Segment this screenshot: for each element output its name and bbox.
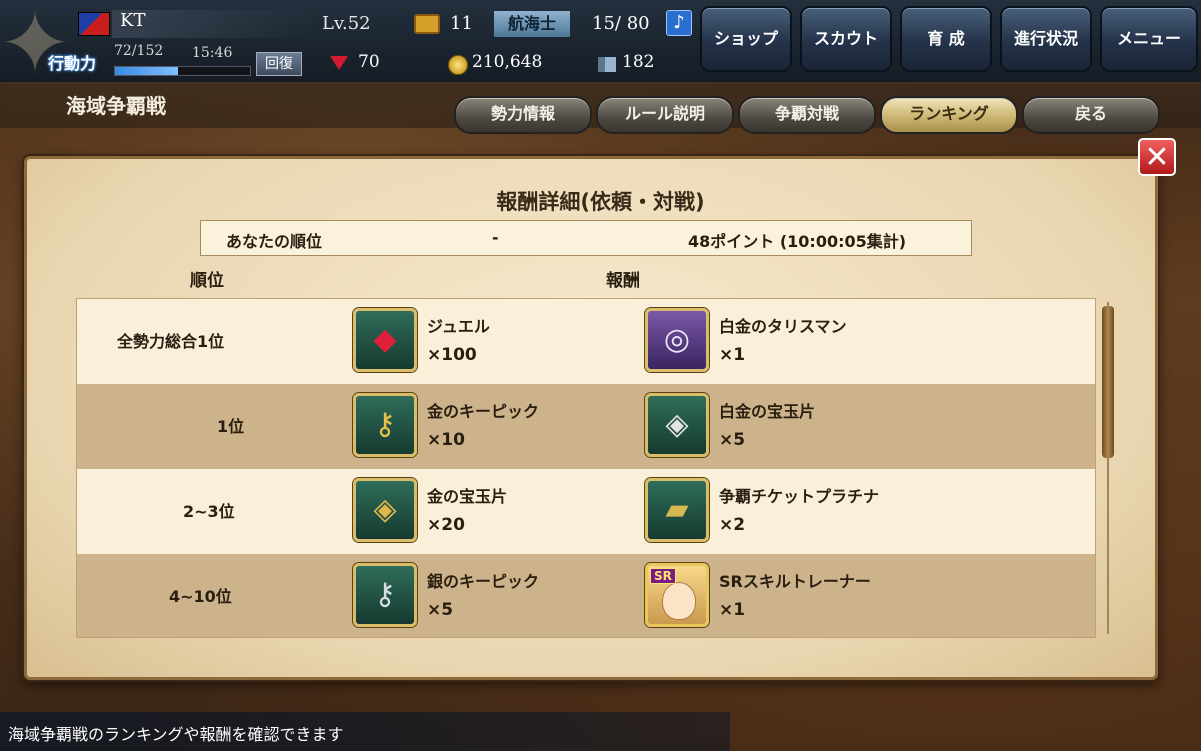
reward-item-qty: ×2 [719,515,746,535]
treasure-chest-icon [414,14,440,34]
tab-ranking[interactable]: ランキング [880,96,1018,134]
my-points: 48ポイント (10:00:05集計) [688,232,907,251]
reward-item-qty: ×5 [427,600,454,620]
jewel-icon[interactable]: ◆ [353,308,417,372]
compass-icon: ✦ [0,0,72,94]
footer-hint: 海域争覇戦のランキングや報酬を確認できます [8,725,344,744]
reward-item-name: 白金の宝玉片 [719,402,816,421]
keys-icon[interactable]: ⚷ [353,393,417,457]
rank-label: 全勢力総合1位 [117,332,225,351]
column-header-rank: 順位 [190,271,224,291]
menu-button[interactable]: メニュー [1100,6,1198,72]
back-button[interactable]: 戻る [1022,96,1160,134]
reward-item-qty: ×1 [719,600,746,620]
shop-button[interactable]: ショップ [700,6,792,72]
reward-item-qty: ×1 [719,345,746,365]
column-header-reward: 報酬 [606,271,640,291]
train-button[interactable]: 育 成 [900,6,992,72]
reward-item-name: 争覇チケットプラチナ [719,487,880,506]
ticket-icon[interactable]: ▰ [645,478,709,542]
reward-item-qty: ×100 [427,345,477,365]
page-title: 海域争覇戦 [66,94,166,118]
gem-shard-icon[interactable]: ◈ [645,393,709,457]
reward-item-name: 白金のタリスマン [719,317,847,336]
tab-battle[interactable]: 争覇対戦 [738,96,876,134]
jewel-count: 70 [358,52,380,72]
ship-count: 182 [622,52,655,72]
reward-row: 全勢力総合1位 ◆ ジュエル ×100 ◎ 白金のタリスマン ×1 [77,299,1095,384]
tab-rules[interactable]: ルール説明 [596,96,734,134]
reward-item-qty: ×10 [427,430,465,450]
reward-item-name: ジュエル [427,317,490,336]
reward-row: 4~10位 ⚷ 銀のキーピック ×5 SR SRスキルトレーナー ×1 [77,554,1095,637]
chest-count: 11 [450,13,473,34]
player-level: Lv.52 [322,13,371,34]
crew-count: 15/ 80 [592,13,650,34]
sr-rarity-badge: SR [650,568,676,584]
reward-item-qty: ×5 [719,430,746,450]
gem-shard-icon[interactable]: ◈ [353,478,417,542]
trainer-portrait[interactable]: SR [645,563,709,627]
reward-item-name: SRスキルトレーナー [719,572,871,591]
music-note-icon[interactable]: ♪ [666,10,692,36]
close-icon[interactable]: ✕ [1138,138,1176,176]
reward-item-name: 金のキーピック [427,402,540,421]
reward-item-name: 銀のキーピック [427,572,540,591]
action-points-bar [114,66,251,76]
recover-button[interactable]: 回復 [256,52,302,76]
rank-label: 1位 [217,417,245,436]
reward-list[interactable]: 全勢力総合1位 ◆ ジュエル ×100 ◎ 白金のタリスマン ×1 1位 ⚷ 金… [76,298,1096,638]
keys-icon[interactable]: ⚷ [353,563,417,627]
action-points-label: 行動力 [48,54,97,73]
reward-item-qty: ×20 [427,515,465,535]
trainer-face [662,582,696,620]
ship-icon [598,57,616,72]
ring-icon[interactable]: ◎ [645,308,709,372]
my-rank-label: あなたの順位 [226,232,323,251]
list-scrollbar[interactable] [1101,302,1115,634]
player-name: KT [120,10,146,31]
action-points-timer: 15:46 [192,45,233,61]
my-rank-value: - [492,228,499,247]
reward-row: 1位 ⚷ 金のキーピック ×10 ◈ 白金の宝玉片 ×5 [77,384,1095,469]
scout-button[interactable]: スカウト [800,6,892,72]
action-points-fill [115,67,179,75]
rank-badge: 航海士 [494,11,570,37]
rank-label: 4~10位 [169,587,232,606]
scroll-thumb[interactable] [1102,306,1114,458]
progress-button[interactable]: 進行状況 [1000,6,1092,72]
coin-count: 210,648 [472,52,543,72]
rank-label: 2~3位 [183,502,235,521]
tab-power-info[interactable]: 勢力情報 [454,96,592,134]
reward-row: 2~3位 ◈ 金の宝玉片 ×20 ▰ 争覇チケットプラチナ ×2 [77,469,1095,554]
flag-icon [78,12,110,36]
reward-item-name: 金の宝玉片 [427,487,508,506]
panel-title: 報酬詳細(依頼・対戦) [496,190,705,214]
jewel-icon [330,56,348,70]
coin-icon [448,55,468,75]
action-points-value: 72/152 [114,43,164,59]
